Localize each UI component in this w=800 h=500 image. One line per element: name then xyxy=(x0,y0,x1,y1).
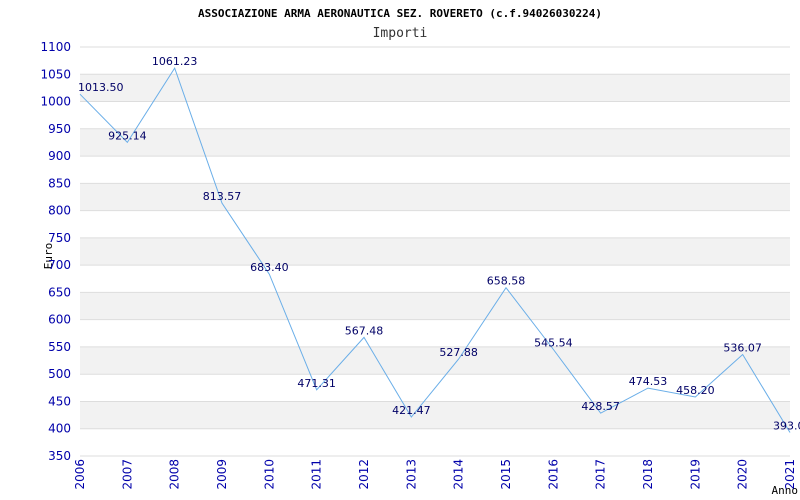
grid-band xyxy=(80,401,790,429)
y-tick-label: 800 xyxy=(48,204,71,218)
x-tick-label: 2009 xyxy=(215,459,229,490)
y-tick-label: 600 xyxy=(48,313,71,327)
x-tick-label: 2013 xyxy=(404,459,418,490)
x-tick-label: 2011 xyxy=(310,459,324,490)
line-chart: ASSOCIAZIONE ARMA AERONAUTICA SEZ. ROVER… xyxy=(40,7,800,497)
x-tick-label: 2015 xyxy=(499,459,513,490)
y-tick-label: 700 xyxy=(48,258,71,272)
data-label: 527.88 xyxy=(439,346,478,359)
x-tick-label: 2014 xyxy=(452,459,466,490)
data-label: 471.31 xyxy=(297,377,336,390)
x-tick-label: 2017 xyxy=(594,459,608,490)
y-tick-label: 1050 xyxy=(40,67,71,81)
x-tick-label: 2008 xyxy=(168,459,182,490)
grid-band xyxy=(80,237,790,266)
y-tick-label: 850 xyxy=(48,176,71,190)
y-tick-label: 900 xyxy=(48,149,71,163)
data-label: 474.53 xyxy=(629,375,668,388)
data-label: 683.40 xyxy=(250,261,289,274)
y-tick-label: 1100 xyxy=(40,40,71,54)
x-tick-label: 2021 xyxy=(783,459,797,490)
grid-band xyxy=(80,74,790,102)
x-tick-label: 2018 xyxy=(641,459,655,490)
y-tick-label: 450 xyxy=(48,394,71,408)
data-label: 658.58 xyxy=(487,275,526,288)
y-tick-label: 400 xyxy=(48,422,71,436)
grid-band xyxy=(80,346,790,375)
grid-band xyxy=(80,292,790,320)
x-tick-labels: 2006 2007 2008 2009 2010 2011 2012 2013 2014 2015… xyxy=(73,459,797,490)
data-label: 393.0 xyxy=(773,420,800,433)
x-tick-label: 2012 xyxy=(357,459,371,490)
y-tick-label: 950 xyxy=(48,122,71,136)
y-tick-label: 550 xyxy=(48,340,71,354)
data-label: 567.48 xyxy=(345,324,384,337)
x-tick-label: 2016 xyxy=(546,459,560,490)
grid-band xyxy=(80,183,790,211)
y-tick-label: 1000 xyxy=(40,95,71,109)
x-tick-label: 2020 xyxy=(736,459,750,490)
y-tick-label: 500 xyxy=(48,367,71,381)
grid-bands xyxy=(80,74,790,429)
data-label: 458.20 xyxy=(676,384,715,397)
data-label: 545.54 xyxy=(534,336,573,349)
chart-title: ASSOCIAZIONE ARMA AERONAUTICA SEZ. ROVER… xyxy=(198,7,602,20)
y-tick-label: 750 xyxy=(48,231,71,245)
y-tick-label: 350 xyxy=(48,449,71,463)
x-tick-label: 2006 xyxy=(73,459,87,490)
data-label: 925.14 xyxy=(108,129,147,142)
data-label: 536.07 xyxy=(723,342,762,355)
chart-subtitle: Importi xyxy=(373,26,428,41)
data-label: 1013.50 xyxy=(78,81,124,94)
x-tick-label: 2019 xyxy=(688,459,702,490)
data-label: 813.57 xyxy=(203,190,242,203)
data-label: 1061.23 xyxy=(152,55,198,68)
data-label: 421.47 xyxy=(392,404,431,417)
x-tick-label: 2010 xyxy=(262,459,276,490)
data-label: 428.57 xyxy=(581,400,620,413)
grid-band xyxy=(80,128,790,157)
x-tick-label: 2007 xyxy=(120,459,134,490)
y-tick-label: 650 xyxy=(48,285,71,299)
